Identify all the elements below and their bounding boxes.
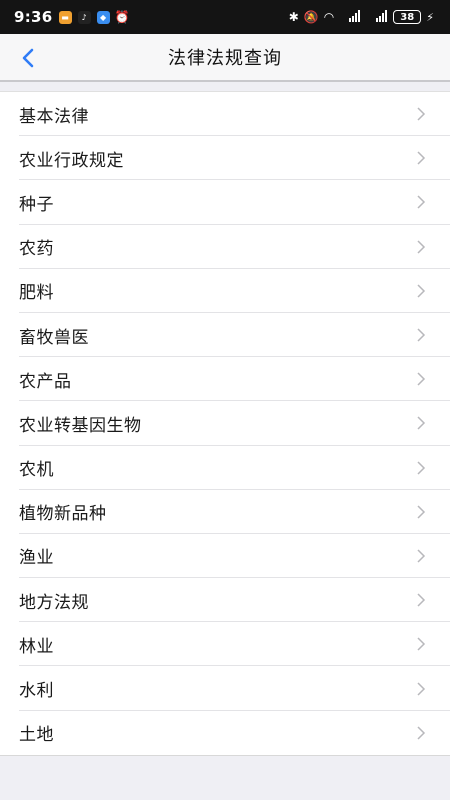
status-right: ✱ 🔕 ◠ 38 ⚡ (288, 9, 434, 25)
chevron-right-icon (416, 725, 426, 741)
list-item-label: 土地 (19, 725, 54, 746)
list-item-fishery[interactable]: 渔业 (0, 534, 450, 579)
chevron-right-icon (416, 371, 426, 387)
list-item-agri-admin[interactable]: 农业行政规定 (0, 136, 450, 181)
app-notification-icon: ▬ (58, 10, 72, 24)
list-item-label: 农业行政规定 (19, 150, 124, 171)
list-item-land[interactable]: 土地 (0, 711, 450, 755)
battery-indicator: 38 (393, 10, 422, 24)
bluetooth-icon: ✱ (288, 10, 299, 24)
status-left: 9:36 ▬ ♪ ◆ ⏰ (14, 8, 130, 26)
status-bar: 9:36 ▬ ♪ ◆ ⏰ ✱ 🔕 ◠ 38 ⚡ (0, 0, 450, 34)
list-item-forestry[interactable]: 林业 (0, 622, 450, 667)
mute-icon: 🔕 (303, 10, 319, 24)
chevron-right-icon (416, 283, 426, 299)
chevron-right-icon (416, 504, 426, 520)
list-item-label: 肥料 (19, 283, 54, 304)
signal-icon (339, 9, 361, 25)
list-item-label: 林业 (19, 636, 54, 657)
list-item-fertilizer[interactable]: 肥料 (0, 269, 450, 314)
charging-icon: ⚡ (426, 10, 434, 24)
list-item-basic-law[interactable]: 基本法律 (0, 92, 450, 137)
page-title: 法律法规查询 (168, 48, 282, 69)
chevron-right-icon (416, 681, 426, 697)
list-item-label: 农产品 (19, 371, 72, 392)
chevron-right-icon (416, 194, 426, 210)
list-item-agri-products[interactable]: 农产品 (0, 357, 450, 402)
list-item-label: 渔业 (19, 548, 54, 569)
chevron-right-icon (416, 460, 426, 476)
wifi-icon: ◠ (323, 10, 335, 24)
chevron-right-icon (416, 106, 426, 122)
tiktok-icon: ♪ (77, 10, 91, 24)
chevron-left-icon (22, 48, 34, 68)
list-item-pesticide[interactable]: 农药 (0, 225, 450, 269)
list-item-agri-machinery[interactable]: 农机 (0, 446, 450, 490)
chevron-right-icon (416, 239, 426, 255)
list-item-label: 农业转基因生物 (19, 415, 142, 436)
chevron-right-icon (416, 636, 426, 652)
list-item-water-resources[interactable]: 水利 (0, 666, 450, 711)
list-item-label: 植物新品种 (19, 504, 107, 525)
chevron-right-icon (416, 327, 426, 343)
list-item-label: 地方法规 (19, 592, 89, 613)
chevron-right-icon (416, 592, 426, 608)
list-item-label: 种子 (19, 194, 54, 215)
list-item-label: 农机 (19, 460, 54, 481)
list-item-local-regulations[interactable]: 地方法规 (0, 578, 450, 623)
chevron-right-icon (416, 415, 426, 431)
status-time: 9:36 (14, 8, 53, 26)
law-category-list: 基本法律 农业行政规定 种子 农药 肥料 畜牧兽医 农产品 农业转基因生物 农机… (0, 91, 450, 756)
list-item-veterinary[interactable]: 畜牧兽医 (0, 313, 450, 358)
list-item-label: 基本法律 (19, 106, 89, 127)
list-item-seeds[interactable]: 种子 (0, 180, 450, 225)
navigation-bar: 法律法规查询 (0, 34, 450, 82)
alarm-icon: ⏰ (114, 10, 130, 24)
list-item-plant-varieties[interactable]: 植物新品种 (0, 490, 450, 535)
list-item-gmo[interactable]: 农业转基因生物 (0, 401, 450, 446)
chevron-right-icon (416, 548, 426, 564)
list-item-label: 畜牧兽医 (19, 327, 89, 348)
shield-app-icon: ◆ (96, 10, 110, 24)
signal-icon-2 (366, 9, 388, 25)
list-item-label: 水利 (19, 681, 54, 702)
back-button[interactable] (14, 44, 42, 72)
chevron-right-icon (416, 150, 426, 166)
list-item-label: 农药 (19, 239, 54, 260)
